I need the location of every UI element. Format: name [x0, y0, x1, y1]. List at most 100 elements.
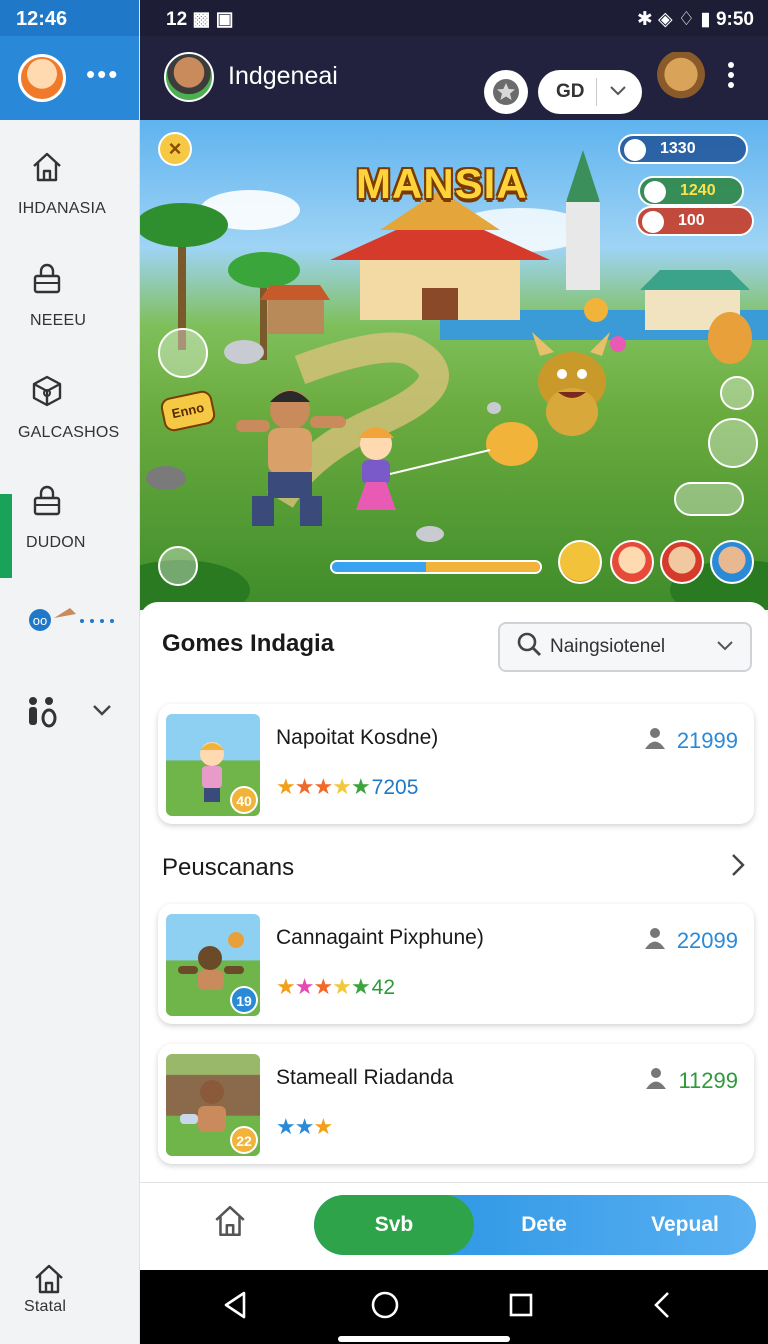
sidebar-item-label: NEEEU	[30, 312, 87, 329]
level-icon	[642, 211, 664, 233]
status-right: ✱ ◈ ♢ ▮ 9:50	[637, 8, 754, 31]
shield-icon	[624, 139, 646, 161]
mascot-avatar[interactable]	[654, 52, 708, 108]
coin-icon	[644, 181, 666, 203]
sidebar-item-neeeu[interactable]: NEEEU	[0, 262, 139, 330]
back-icon[interactable]	[222, 1290, 248, 1325]
game-thumbnail: 19	[166, 914, 260, 1016]
game-name: Napoitat Kosdne)	[276, 726, 439, 749]
status-time: 9:50	[715, 9, 754, 30]
star-icon: ★	[332, 974, 352, 999]
more-dots-icon[interactable]: •••	[86, 61, 119, 87]
item-bubble[interactable]	[674, 482, 744, 516]
player-count: 22099	[643, 926, 738, 956]
avatar[interactable]	[164, 52, 214, 102]
star-rating: ★★★	[276, 1114, 333, 1140]
box-icon	[30, 374, 62, 407]
spinner-icon: oo	[29, 608, 114, 631]
progress-fill-orange	[425, 562, 540, 572]
stat-pill-shield[interactable]: 1330	[618, 134, 748, 164]
sidebar-item-label: DUDON	[26, 534, 86, 551]
avatar[interactable]	[18, 54, 66, 102]
close-icon[interactable]: ×	[158, 132, 192, 166]
game-name: Cannagaint Pixphune)	[276, 926, 484, 949]
star-icon: ★	[276, 1114, 296, 1139]
star-icon: ★	[294, 1114, 315, 1139]
segment-dete[interactable]: Dete	[474, 1195, 614, 1255]
dropdown-value: Naingsiotenel	[550, 636, 666, 657]
home-button[interactable]	[370, 1290, 400, 1325]
star-icon: ★	[294, 974, 315, 999]
svg-text:oo: oo	[33, 613, 47, 628]
stat-value: 100	[678, 212, 705, 229]
lock-icon	[30, 262, 62, 294]
region-select[interactable]: GD	[538, 70, 642, 114]
favorite-button[interactable]	[484, 70, 528, 114]
signal-icons: ✱ ◈ ♢ ▮	[636, 9, 716, 30]
game-thumbnail: 22	[166, 1054, 260, 1156]
item-bubble[interactable]	[158, 546, 198, 586]
stat-value: 1330	[660, 140, 696, 157]
segment-vepual[interactable]: Vepual	[614, 1195, 756, 1255]
star-rating: ★★★★★42	[276, 974, 395, 1000]
stat-pill-level[interactable]: 100	[636, 206, 754, 236]
system-nav-bar	[140, 1270, 768, 1344]
star-icon: ★	[294, 774, 315, 799]
player-count-value: 21999	[676, 728, 738, 753]
player-avatar[interactable]	[710, 540, 754, 584]
game-thumbnail: 40	[166, 714, 260, 816]
stat-value: 1240	[680, 182, 716, 199]
star-icon: ★	[276, 774, 296, 799]
recents-icon[interactable]	[508, 1290, 534, 1325]
star-icon: ★	[313, 974, 333, 999]
search-icon	[500, 631, 542, 663]
back-arrow-icon[interactable]	[652, 1290, 672, 1325]
chevron-down-icon	[597, 81, 627, 103]
chevron-right-icon[interactable]	[730, 852, 746, 885]
home-icon	[35, 1264, 63, 1294]
section-title: Gomes Indagia	[162, 630, 335, 657]
player-avatar[interactable]	[660, 540, 704, 584]
progress-fill-blue	[332, 562, 426, 572]
sidebar-status-time: 12:46	[0, 0, 139, 36]
status-left-text: 12	[166, 9, 188, 30]
player-count: 21999	[643, 726, 738, 756]
segment-svb[interactable]: Svb	[314, 1195, 474, 1255]
filter-dropdown[interactable]: Naingsiotenel	[498, 622, 752, 672]
sidebar-item-label: Statal	[24, 1298, 67, 1315]
sidebar-item-loading[interactable]: oo	[0, 600, 139, 640]
game-card[interactable]: 19 Cannagaint Pixphune) ★★★★★42 22099	[158, 904, 754, 1024]
sidebar-item-label: GALCASHOS	[18, 424, 120, 441]
emoji-face[interactable]	[558, 540, 602, 584]
star-icon: ★	[350, 974, 371, 999]
item-bubble[interactable]	[708, 418, 758, 468]
sidebar-item-people[interactable]	[0, 694, 139, 734]
player-count-value: 22099	[676, 928, 738, 953]
user-icon	[643, 726, 667, 756]
star-rating: ★★★★★7205	[276, 774, 418, 800]
main-area: 12 ▩ ▣ ✱ ◈ ♢ ▮ 9:50 Indgeneai GD × MANSI…	[140, 0, 768, 1344]
player-count-value: 11299	[678, 1068, 738, 1093]
game-name: Stameall Riadanda	[276, 1066, 454, 1089]
more-icon[interactable]	[724, 58, 738, 92]
sidebar-item-dudon[interactable]: DUDON	[0, 484, 139, 552]
status-bar: 12 ▩ ▣ ✱ ◈ ♢ ▮ 9:50	[140, 0, 768, 36]
player-avatar[interactable]	[610, 540, 654, 584]
tab-home[interactable]	[212, 1203, 248, 1244]
sidebar-item-statal[interactable]: Statal	[0, 1262, 139, 1316]
star-icon	[493, 79, 519, 105]
game-card[interactable]: 22 Stameall Riadanda ★★★ 11299	[158, 1044, 754, 1164]
item-bubble[interactable]	[720, 376, 754, 410]
game-banner[interactable]: × MANSIA 1330 1240 100 Enno	[140, 120, 768, 610]
gesture-pill	[338, 1336, 510, 1342]
banner-title: MANSIA	[356, 160, 528, 207]
star-icon: ★	[350, 774, 371, 799]
level-badge: 22	[230, 1126, 258, 1154]
sidebar-item-ihdanasia[interactable]: IHDANASIA	[0, 150, 139, 218]
stat-pill-coins[interactable]: 1240	[638, 176, 744, 206]
section-title: Peuscanans	[162, 854, 295, 881]
segmented-control: Svb Dete Vepual	[314, 1195, 756, 1255]
item-bubble[interactable]	[158, 328, 208, 378]
sidebar-item-galcashos[interactable]: GALCASHOS	[0, 374, 139, 442]
game-card[interactable]: 40 Napoitat Kosdne) ★★★★★7205 21999	[158, 704, 754, 824]
